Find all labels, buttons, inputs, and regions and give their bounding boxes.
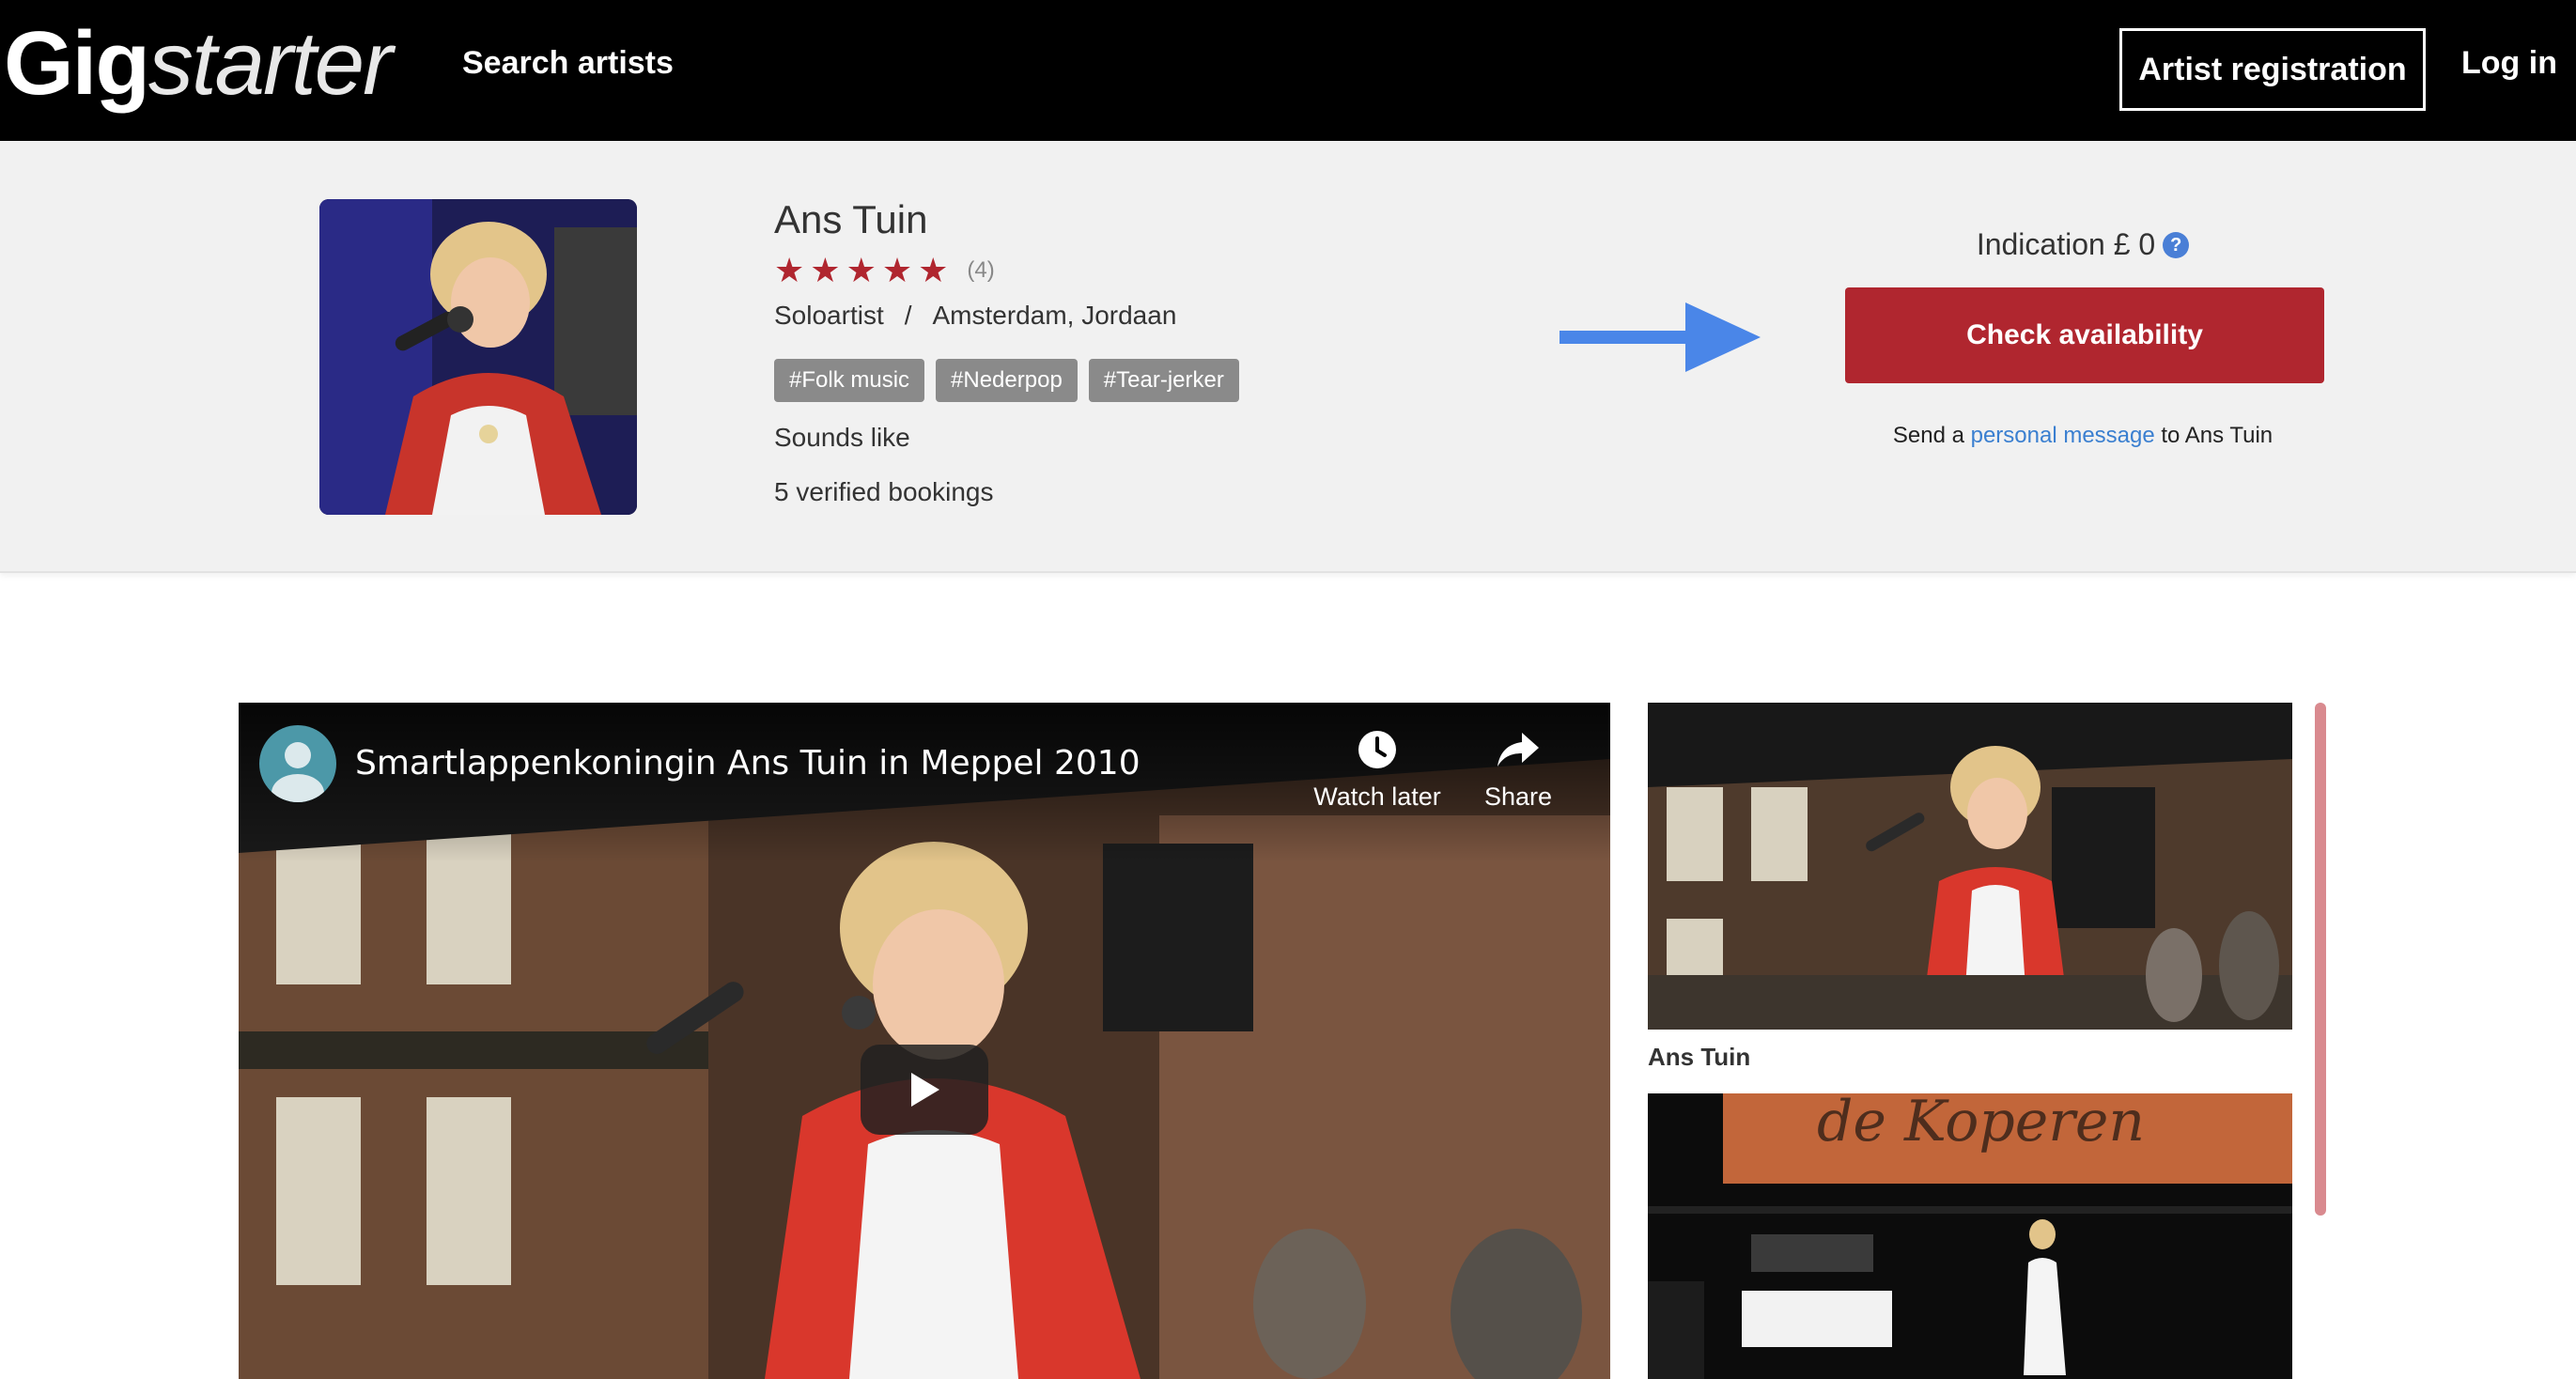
star-icon: ★ [918, 251, 949, 289]
play-icon [911, 1073, 939, 1107]
star-icon: ★ [774, 251, 805, 289]
right-arrow-icon [1560, 302, 1761, 372]
share-icon [1497, 733, 1539, 767]
tag-nederpop[interactable]: #Nederpop [936, 359, 1078, 402]
thumbnail-illustration [1648, 703, 2292, 1030]
video-playlist: Ans Tuin de Koperen [1648, 703, 2292, 1379]
message-prefix: Send a [1892, 423, 1971, 448]
playlist-scrollbar[interactable] [2315, 703, 2326, 1216]
price-indication: Indication £ 0? [1843, 227, 2322, 262]
star-icon: ★ [881, 251, 913, 289]
watch-later-button[interactable]: Watch later [1302, 729, 1452, 812]
artist-location: Amsterdam, Jordaan [932, 301, 1177, 330]
share-label: Share [1483, 782, 1553, 811]
rating-count: (4) [967, 257, 995, 283]
artist-header: Ans Tuin ★ ★ ★ ★ ★ (4) Soloartist / Amst… [0, 141, 2576, 573]
artist-photo [319, 199, 637, 515]
video-player[interactable]: Smartlappenkoningin Ans Tuin in Meppel 2… [239, 703, 1610, 1379]
sounds-like: Sounds like [774, 423, 910, 452]
star-icon: ★ [810, 251, 841, 289]
artist-type: Soloartist [774, 301, 884, 330]
star-icon: ★ [846, 251, 877, 289]
search-artists-link[interactable]: Search artists [462, 45, 674, 82]
play-button[interactable] [861, 1045, 988, 1135]
playlist-thumbnail[interactable] [1648, 703, 2292, 1030]
tag-folk-music[interactable]: #Folk music [774, 359, 925, 402]
gigstarter-logo[interactable]: Gigstarter [4, 8, 393, 120]
personal-message-line: Send a personal message to Ans Tuin [1843, 423, 2322, 449]
verified-bookings: 5 verified bookings [774, 477, 994, 506]
personal-message-link[interactable]: personal message [1971, 423, 2155, 448]
artist-meta: Soloartist / Amsterdam, Jordaan [774, 301, 1176, 331]
thumbnail-illustration: de Koperen [1648, 1093, 2292, 1379]
logo-text-starter: starter [147, 13, 393, 114]
rating-stars: ★ ★ ★ ★ ★ (4) [774, 252, 995, 289]
check-availability-button[interactable]: Check availability [1845, 287, 2324, 383]
help-icon[interactable]: ? [2163, 232, 2190, 258]
playlist-item-title[interactable]: Ans Tuin [1648, 1043, 1750, 1072]
share-button[interactable]: Share [1452, 729, 1584, 812]
top-navbar: Gigstarter Search artists Artist registr… [0, 0, 2576, 141]
svg-text:de Koperen: de Koperen [1817, 1093, 2145, 1154]
artist-photo-illustration [319, 199, 637, 515]
login-link[interactable]: Log in [2461, 45, 2557, 82]
playlist-thumbnail[interactable]: de Koperen [1648, 1093, 2292, 1379]
logo-text-gig: Gig [4, 13, 150, 114]
clock-icon [1358, 731, 1396, 768]
video-title[interactable]: Smartlappenkoningin Ans Tuin in Meppel 2… [355, 744, 1141, 782]
meta-separator: / [904, 301, 912, 330]
channel-avatar-icon[interactable] [259, 725, 336, 802]
price-indication-text: Indication £ 0 [1976, 227, 2156, 261]
tag-tear-jerker[interactable]: #Tear-jerker [1088, 359, 1239, 402]
message-suffix: to Ans Tuin [2154, 423, 2273, 448]
genre-tags: #Folk music #Nederpop #Tear-jerker [774, 359, 1239, 402]
artist-registration-button[interactable]: Artist registration [2119, 28, 2426, 111]
watch-later-label: Watch later [1313, 782, 1441, 811]
artist-name: Ans Tuin [774, 197, 928, 241]
